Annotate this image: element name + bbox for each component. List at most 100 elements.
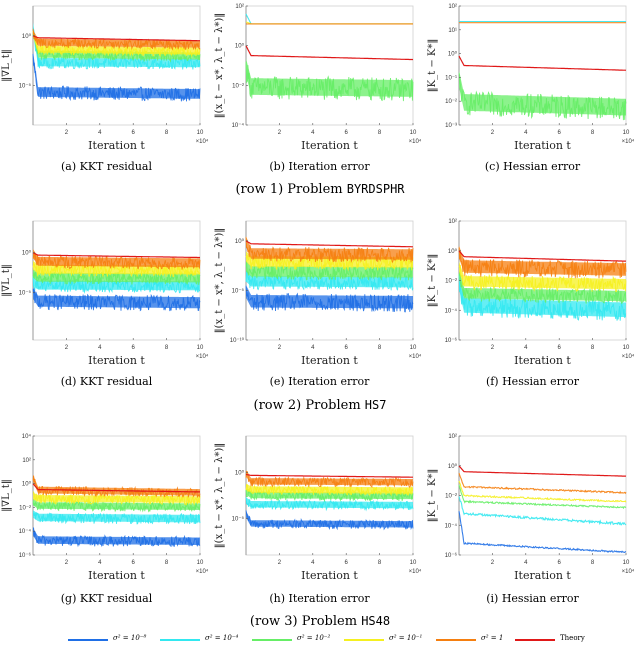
y-tick-label: 10² bbox=[448, 4, 457, 10]
y-axis-label: ‖(x_t − x*, λ_t − λ*)‖ bbox=[214, 228, 225, 334]
series-line-Theory bbox=[245, 45, 414, 61]
chart-g: 2 4 6 8 10 ×10⁴ 10⁴ 10² 10⁰ 10⁻² 10⁻⁴ 10⁻⁶ Iteration… bbox=[1, 433, 209, 582]
row-caption-problem: HS7 bbox=[364, 398, 387, 412]
x-tick-label: 6 bbox=[345, 345, 349, 351]
row-caption-problem: BYRDSPHR bbox=[346, 182, 405, 196]
x-multiplier: ×10⁴ bbox=[196, 138, 209, 145]
x-tick-label: 2 bbox=[278, 130, 282, 136]
row-caption-prefix: (row 3) Problem bbox=[249, 614, 362, 629]
series-band bbox=[33, 474, 200, 496]
y-tick-label: 10⁰ bbox=[22, 481, 32, 488]
y-tick-label: 10⁻² bbox=[445, 494, 457, 500]
x-tick-label: 8 bbox=[378, 345, 382, 351]
x-tick-label: 4 bbox=[98, 130, 102, 136]
x-axis-label: Iteration t bbox=[88, 354, 145, 367]
caption-f: (f) Hessian error bbox=[485, 375, 580, 388]
x-tick-label: 8 bbox=[591, 345, 595, 351]
y-axis-label: ‖∇L_t‖ bbox=[1, 479, 12, 512]
y-axis-label: ‖∇L_t‖ bbox=[1, 264, 12, 297]
series-line-Theory bbox=[458, 250, 627, 262]
x-tick-label: 8 bbox=[165, 345, 169, 351]
x-tick-label: 10 bbox=[623, 345, 630, 351]
chart-e: 2 4 6 8 10 ×10⁴ 10⁰ 10⁻⁵ 10⁻¹⁰ Iteration t ‖(x_t −… bbox=[214, 220, 422, 367]
x-tick-label: 10 bbox=[197, 130, 204, 136]
x-multiplier: ×10⁴ bbox=[196, 353, 209, 360]
y-tick-label: 10⁻⁶ bbox=[19, 552, 32, 559]
caption-h: (h) Iteration error bbox=[269, 592, 370, 605]
panel-e: 2 4 6 8 10 ×10⁴ 10⁰ 10⁻⁵ 10⁻¹⁰ Iteration t ‖(x_t −… bbox=[213, 215, 426, 370]
caption-c: (c) Hessian error bbox=[484, 160, 581, 173]
x-axis-label: Iteration t bbox=[301, 569, 358, 582]
legend-label: Theory bbox=[560, 634, 585, 642]
panel-h: 2 4 6 8 10 ×10⁴ 10⁰ 10⁻⁵ Iteration t ‖(x_t − x*, … bbox=[213, 430, 426, 585]
series-line-Theory bbox=[245, 473, 413, 478]
panel-i: 2 4 6 8 10 ×10⁴ 10² 10⁰ 10⁻² 10⁻⁴ 10⁻⁶ Iteration t ‖… bbox=[426, 430, 639, 585]
y-tick-label: 10⁻⁴ bbox=[232, 122, 245, 129]
series-line-Theory bbox=[245, 240, 413, 248]
panel-c: 2 4 6 8 10 ×10⁴ 10² 10¹ 10⁰ 10⁻¹ 10⁻² 10⁻³ Iteration… bbox=[426, 0, 639, 155]
x-axis-label: Iteration t bbox=[514, 139, 571, 152]
legend-swatch bbox=[68, 639, 108, 641]
chart-a: 2 4 6 8 10 ×10⁴ 10⁰ 10⁻⁵ Iteration t ‖∇L_t‖ bbox=[1, 5, 209, 152]
y-tick-label: 10⁻² bbox=[19, 505, 31, 511]
series-line-Theory bbox=[458, 465, 627, 477]
legend-label: σ² = 10⁻¹ bbox=[389, 634, 423, 642]
chart-c: 2 4 6 8 10 ×10⁴ 10² 10¹ 10⁰ 10⁻¹ 10⁻² 10⁻³ Iteration… bbox=[427, 4, 635, 152]
x-tick-label: 2 bbox=[491, 560, 495, 566]
panel-g: 2 4 6 8 10 ×10⁴ 10⁴ 10² 10⁰ 10⁻² 10⁻⁴ 10⁻⁶ Iteration… bbox=[0, 430, 213, 585]
y-tick-label: 10⁻⁵ bbox=[232, 515, 245, 522]
y-tick-label: 10⁻⁶ bbox=[445, 337, 458, 344]
y-tick-label: 10⁻² bbox=[232, 83, 244, 89]
legend-swatch bbox=[515, 639, 555, 641]
series-line--10 bbox=[245, 13, 413, 25]
x-tick-label: 2 bbox=[491, 345, 495, 351]
legend-swatch bbox=[160, 639, 200, 641]
y-axis-label: ‖∇L_t‖ bbox=[1, 49, 12, 82]
x-tick-label: 6 bbox=[558, 345, 562, 351]
y-tick-label: 10⁰ bbox=[22, 250, 32, 257]
legend-label: σ² = 10⁻⁸ bbox=[113, 634, 147, 642]
x-tick-label: 8 bbox=[591, 130, 595, 136]
y-axis-label: ‖(x_t − x*, λ_t − λ*)‖ bbox=[214, 13, 225, 119]
y-axis-label: ‖K_t − K*‖ bbox=[427, 39, 438, 93]
chart-b: 2 4 6 8 10 ×10⁴ 10² 10⁰ 10⁻² 10⁻⁴ Iteration t ‖(x_t… bbox=[214, 4, 422, 152]
series-band bbox=[246, 236, 413, 260]
y-axis-label: ‖K_t − K*‖ bbox=[427, 469, 438, 523]
x-multiplier: ×10⁴ bbox=[409, 138, 422, 145]
row-caption-problem: HS48 bbox=[361, 614, 391, 628]
chart-f: 2 4 6 8 10 ×10⁴ 10² 10⁰ 10⁻² 10⁻⁴ 10⁻⁶ Iteration t ‖… bbox=[427, 219, 635, 367]
x-axis-label: Iteration t bbox=[514, 569, 571, 582]
x-tick-label: 2 bbox=[65, 130, 69, 136]
x-multiplier: ×10⁴ bbox=[196, 568, 209, 575]
legend-label: σ² = 1 bbox=[481, 634, 504, 642]
x-axis-label: Iteration t bbox=[88, 569, 145, 582]
x-tick-label: 6 bbox=[132, 560, 136, 566]
y-tick-label: 10⁰ bbox=[22, 33, 32, 40]
series-band bbox=[246, 511, 413, 528]
x-axis-label: Iteration t bbox=[301, 139, 358, 152]
x-tick-label: 4 bbox=[98, 345, 102, 351]
y-tick-label: 10⁰ bbox=[448, 51, 458, 58]
x-tick-label: 2 bbox=[491, 130, 495, 136]
x-axis-label: Iteration t bbox=[88, 139, 145, 152]
y-tick-label: 10⁻⁶ bbox=[445, 552, 458, 559]
y-tick-label: 10⁻³ bbox=[445, 123, 457, 129]
caption-g: (g) KKT residual bbox=[60, 592, 153, 605]
panel-b: 2 4 6 8 10 ×10⁴ 10² 10⁰ 10⁻² 10⁻⁴ Iteration t ‖(x_t… bbox=[213, 0, 426, 155]
y-tick-label: 10⁻⁴ bbox=[445, 307, 458, 314]
x-tick-label: 4 bbox=[524, 345, 528, 351]
row-caption-prefix: (row 1) Problem bbox=[235, 182, 347, 197]
series-line-Theory bbox=[32, 252, 200, 259]
series-band bbox=[459, 70, 626, 116]
series-band bbox=[33, 248, 200, 268]
y-tick-label: 10⁰ bbox=[235, 43, 245, 50]
series-line-Theory bbox=[458, 55, 627, 71]
legend-swatch bbox=[344, 639, 384, 641]
y-tick-label: 10⁻⁵ bbox=[232, 287, 245, 294]
y-tick-label: 10² bbox=[235, 4, 244, 10]
caption-a: (a) KKT residual bbox=[60, 160, 153, 173]
panel-f: 2 4 6 8 10 ×10⁴ 10² 10⁰ 10⁻² 10⁻⁴ 10⁻⁶ Iteration t ‖… bbox=[426, 215, 639, 370]
x-tick-label: 8 bbox=[378, 560, 382, 566]
x-tick-label: 6 bbox=[558, 130, 562, 136]
y-tick-label: 10⁻¹ bbox=[445, 75, 457, 81]
